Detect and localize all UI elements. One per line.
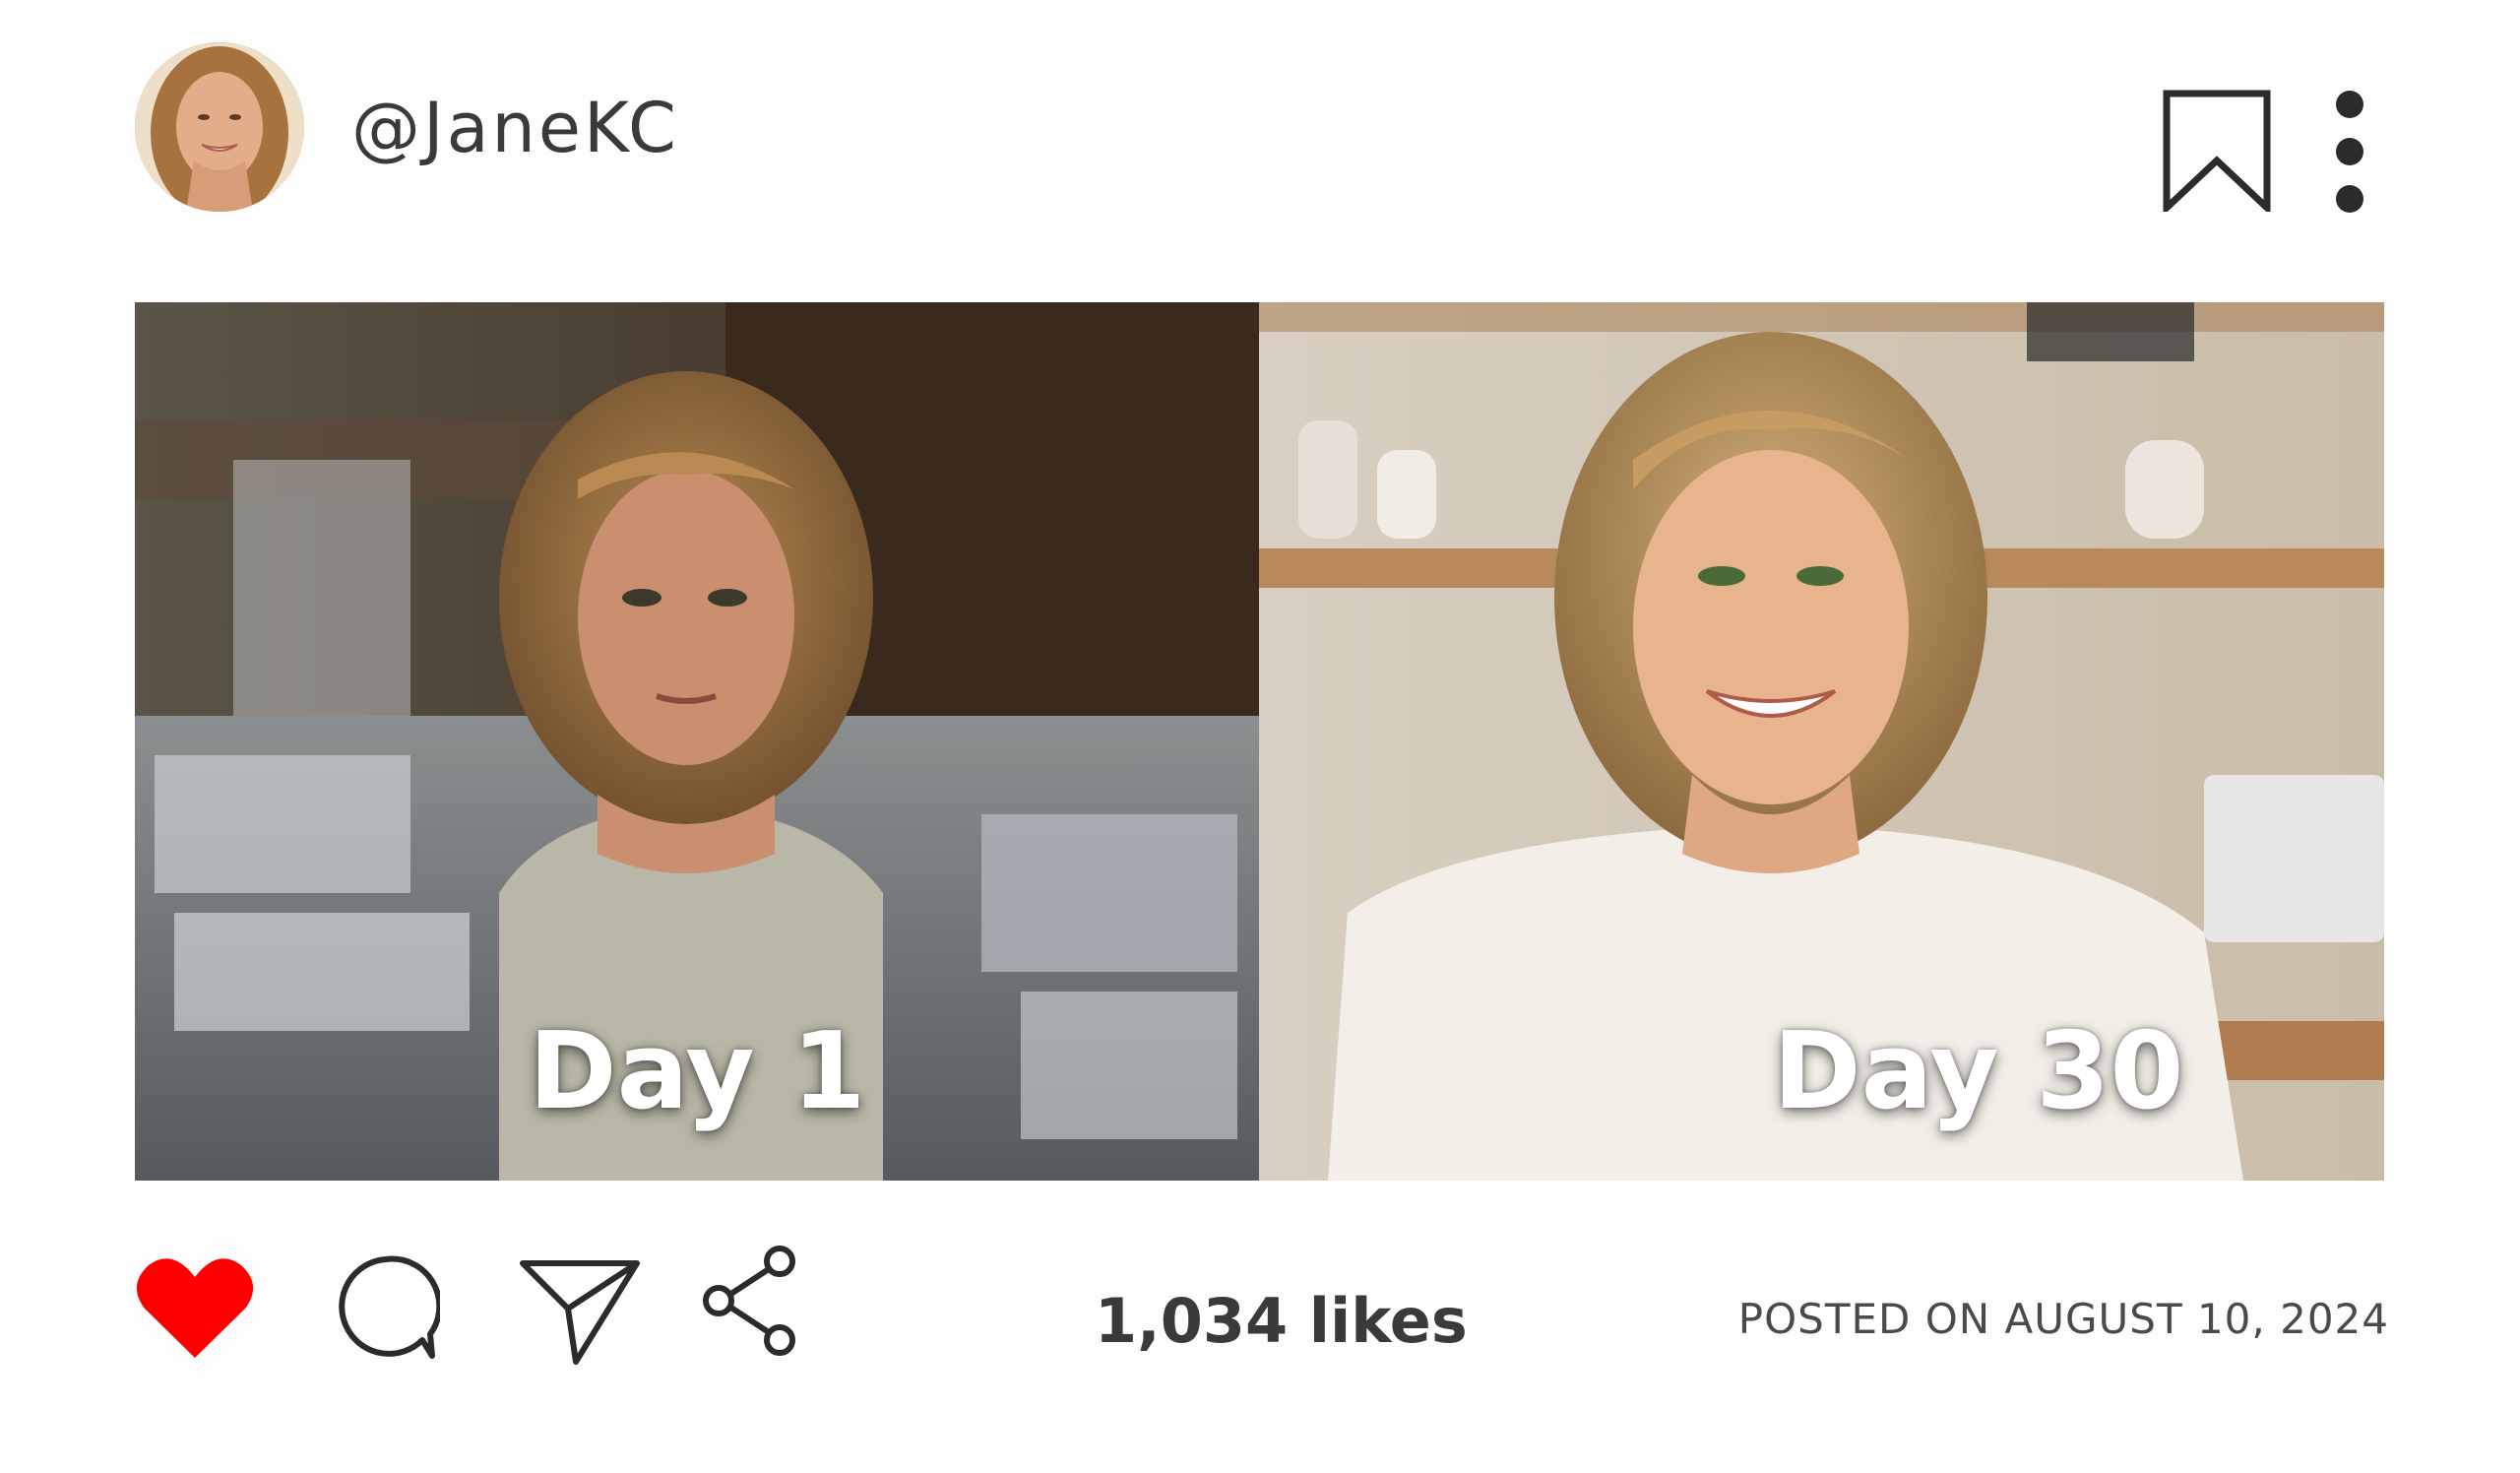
- comment-icon[interactable]: [332, 1253, 440, 1362]
- bookmark-icon[interactable]: [2163, 90, 2271, 217]
- send-icon[interactable]: [519, 1257, 641, 1366]
- day-label-after: Day 30: [1773, 1010, 2184, 1133]
- likes-count[interactable]: 1,034 likes: [1095, 1285, 1468, 1357]
- post-header: @JaneKC: [135, 42, 2389, 220]
- post-actions-bar: 1,034 likes POSTED ON AUGUST 10, 2024: [135, 1246, 2389, 1374]
- avatar-portrait-image: [135, 42, 304, 212]
- more-vertical-icon[interactable]: [2330, 90, 2369, 218]
- social-post-card: @JaneKC Day 1 Day 30 1,034 likes POSTED …: [0, 0, 2520, 1473]
- username[interactable]: @JaneKC: [351, 88, 679, 168]
- posted-date: POSTED ON AUGUST 10, 2024: [1737, 1295, 2389, 1343]
- day-label-before: Day 1: [529, 1010, 866, 1133]
- avatar[interactable]: [135, 42, 304, 212]
- photo-day-30: Day 30: [1259, 302, 2384, 1181]
- before-after-photos[interactable]: Day 1 Day 30: [135, 302, 2384, 1181]
- share-icon[interactable]: [699, 1246, 801, 1356]
- heart-icon[interactable]: [135, 1255, 255, 1360]
- photo-day-1: Day 1: [135, 302, 1259, 1181]
